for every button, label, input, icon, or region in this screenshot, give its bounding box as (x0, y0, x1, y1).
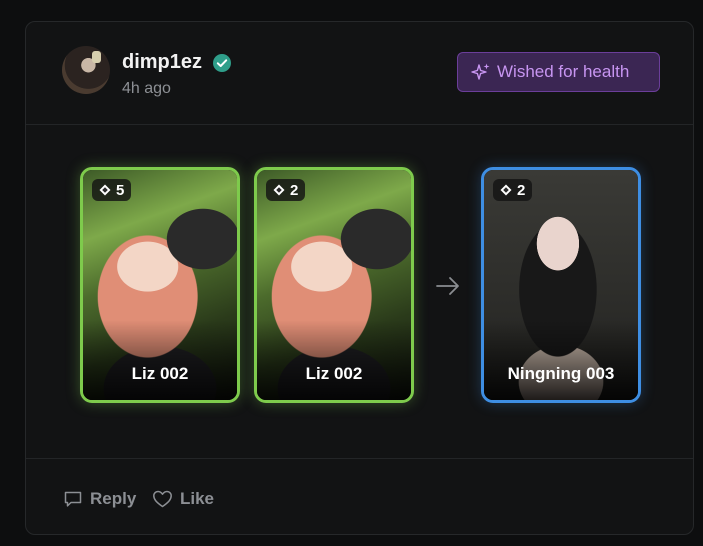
wished-for-health-button[interactable]: Wished for health (457, 52, 660, 92)
reply-button[interactable]: Reply (63, 489, 136, 509)
card-count: 2 (290, 181, 299, 199)
diamond-icon (273, 184, 285, 196)
card-count-badge: 5 (92, 179, 132, 201)
card-name: Liz 002 (305, 364, 363, 383)
avatar[interactable] (62, 46, 110, 94)
card-count: 2 (517, 181, 526, 199)
like-label: Like (180, 489, 215, 508)
like-button[interactable]: Like (152, 489, 214, 509)
post-header: dimp1ez 4h ago Wished for health (26, 22, 693, 125)
card-name: Ningning 003 (507, 364, 615, 383)
card-count-badge: 2 (266, 179, 306, 201)
trade-card-give-1[interactable]: 5 Liz 002 (80, 167, 240, 403)
avatar-badge-icon (92, 51, 101, 63)
trade-card-receive-1[interactable]: 2 Ningning 003 (481, 167, 641, 403)
heart-icon (153, 490, 172, 508)
card-name: Liz 002 (131, 364, 189, 383)
arrow-right-icon (436, 277, 459, 295)
speech-bubble-icon (64, 491, 82, 507)
reply-label: Reply (90, 489, 137, 508)
diamond-icon (500, 184, 512, 196)
post-timestamp: 4h ago (122, 80, 171, 97)
sparkles-icon (471, 63, 490, 80)
verified-check-icon (213, 54, 231, 72)
wish-button-label: Wished for health (497, 62, 630, 81)
username[interactable]: dimp1ez (122, 51, 202, 74)
post-card: dimp1ez 4h ago Wished for health 5 Liz 0… (25, 21, 694, 535)
trade-card-give-2[interactable]: 2 Liz 002 (254, 167, 414, 403)
post-footer: Reply Like (26, 458, 693, 534)
card-count: 5 (116, 181, 125, 199)
card-count-badge: 2 (493, 179, 533, 201)
diamond-icon (99, 184, 111, 196)
